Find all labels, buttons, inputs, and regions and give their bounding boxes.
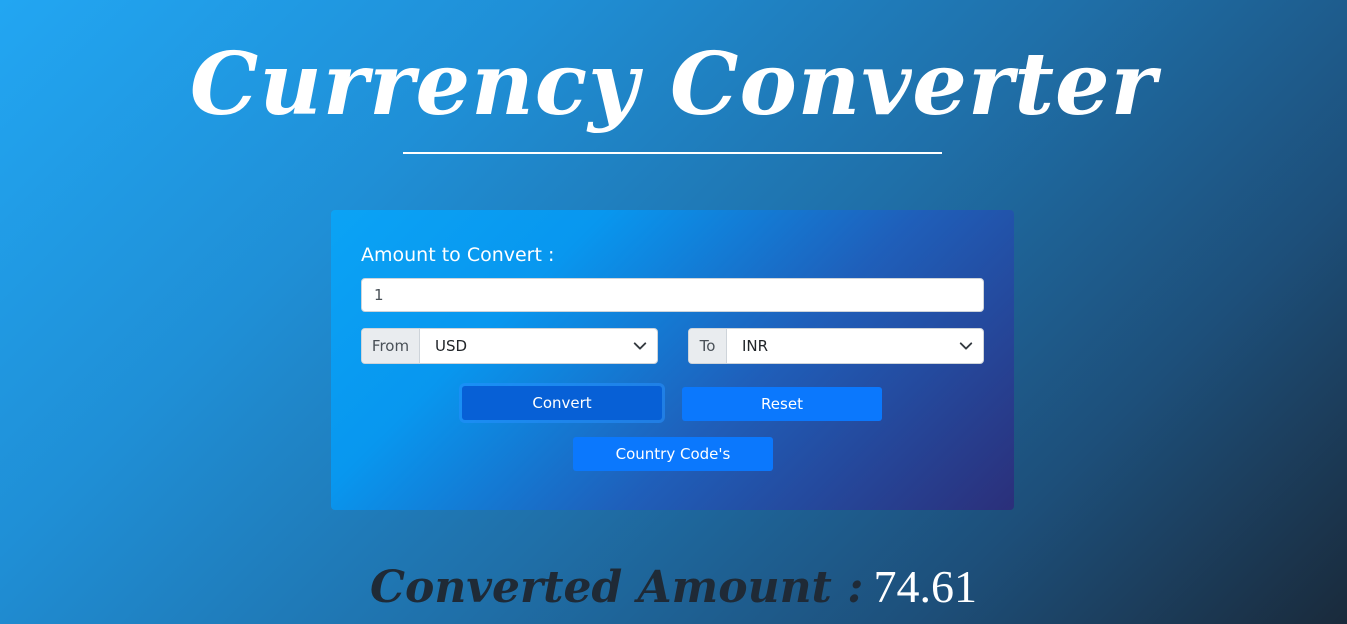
- country-codes-button[interactable]: Country Code's: [573, 437, 773, 471]
- amount-label: Amount to Convert :: [361, 244, 555, 266]
- converted-amount-value: 74.61: [873, 561, 977, 612]
- converted-amount-label: Converted Amount :: [370, 562, 864, 613]
- to-currency-value: INR: [742, 337, 769, 355]
- page-title: Currency Converter: [189, 34, 1158, 135]
- reset-button[interactable]: Reset: [682, 387, 882, 421]
- from-currency-value: USD: [435, 337, 468, 355]
- from-currency-select[interactable]: USD: [420, 329, 657, 363]
- chevron-down-icon: [633, 342, 647, 350]
- to-currency-select[interactable]: INR: [727, 329, 983, 363]
- converter-card: Amount to Convert : From USD To INR Conv…: [331, 210, 1014, 510]
- converted-result: Converted Amount :74.61: [0, 560, 1347, 613]
- convert-button[interactable]: Convert: [462, 386, 662, 420]
- from-addon-label: From: [362, 329, 420, 363]
- chevron-down-icon: [959, 342, 973, 350]
- amount-input[interactable]: [361, 278, 984, 312]
- to-addon-label: To: [689, 329, 727, 363]
- to-currency-group: To INR: [688, 328, 984, 364]
- from-currency-group: From USD: [361, 328, 658, 364]
- title-underline: [403, 152, 942, 154]
